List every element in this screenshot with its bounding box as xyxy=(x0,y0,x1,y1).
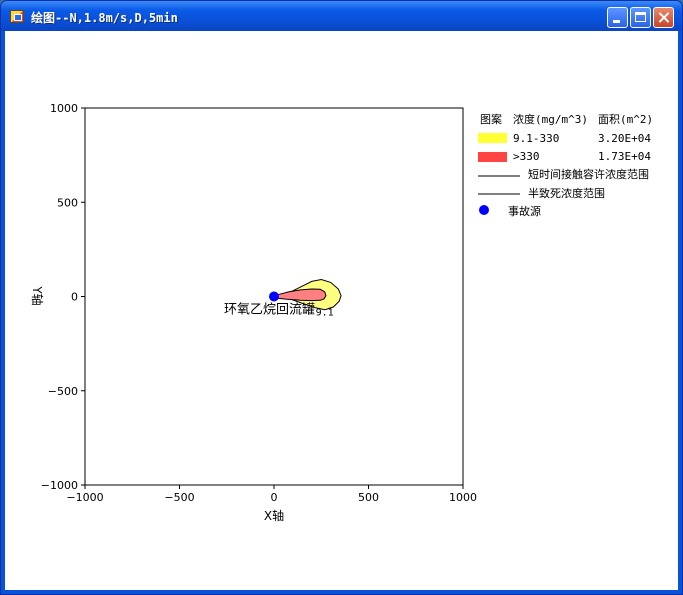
x-tick-label: 0 xyxy=(271,491,278,504)
legend-area-low: 3.20E+04 xyxy=(598,132,651,145)
close-button[interactable] xyxy=(653,7,674,28)
contour-label: 9.1 xyxy=(316,307,334,318)
legend: 图案 浓度(mg/m^3) 面积(m^2) 9.1-330 3.20E+04 >… xyxy=(478,112,653,218)
legend-label-lethal: 半致死浓度范围 xyxy=(528,186,605,200)
legend-source-label: 事故源 xyxy=(508,204,541,218)
window-title: 绘图--N,1.8m/s,D,5min xyxy=(31,11,178,25)
app-icon xyxy=(10,10,24,23)
maximize-button[interactable] xyxy=(630,7,651,28)
y-axis-label: Y轴 xyxy=(30,285,45,305)
legend-range-high: >330 xyxy=(513,150,540,163)
app-window: 绘图--N,1.8m/s,D,5min −1000 −500 0 500 1000 100… xyxy=(0,0,683,595)
legend-source-marker xyxy=(479,205,489,215)
legend-header-concentration: 浓度(mg/m^3) xyxy=(513,112,588,126)
contour-chart: −1000 −500 0 500 1000 1000 500 0 −500 −1000 X轴 Y轴… xyxy=(30,102,653,523)
legend-swatch-high xyxy=(478,152,507,162)
legend-header-area: 面积(m^2) xyxy=(598,113,653,126)
legend-header-pattern: 图案 xyxy=(480,112,502,126)
concentration-zone-high xyxy=(274,288,327,302)
legend-range-low: 9.1-330 xyxy=(513,132,559,145)
x-tick-label: −500 xyxy=(164,491,194,504)
legend-label-short-term: 短时间接触容许浓度范围 xyxy=(528,167,649,181)
title-bar[interactable]: 绘图--N,1.8m/s,D,5min xyxy=(1,1,682,31)
x-tick-label: 500 xyxy=(358,491,379,504)
chart-area: −1000 −500 0 500 1000 1000 500 0 −500 −1000 X轴 Y轴… xyxy=(5,31,678,590)
legend-area-high: 1.73E+04 xyxy=(598,150,651,163)
x-axis-label: X轴 xyxy=(264,508,284,523)
y-tick-label: 1000 xyxy=(50,102,78,115)
source-marker xyxy=(269,291,279,302)
y-tick-label: 0 xyxy=(71,291,78,304)
legend-swatch-low xyxy=(478,133,507,143)
y-tick-label: −1000 xyxy=(41,479,78,492)
y-tick-label: −500 xyxy=(48,385,78,398)
x-tick-label: 1000 xyxy=(449,491,477,504)
minimize-button[interactable] xyxy=(607,7,628,28)
x-tick-label: −1000 xyxy=(66,491,103,504)
source-label: 环氧乙烷回流罐 xyxy=(224,303,315,318)
y-tick-label: 500 xyxy=(57,196,78,209)
